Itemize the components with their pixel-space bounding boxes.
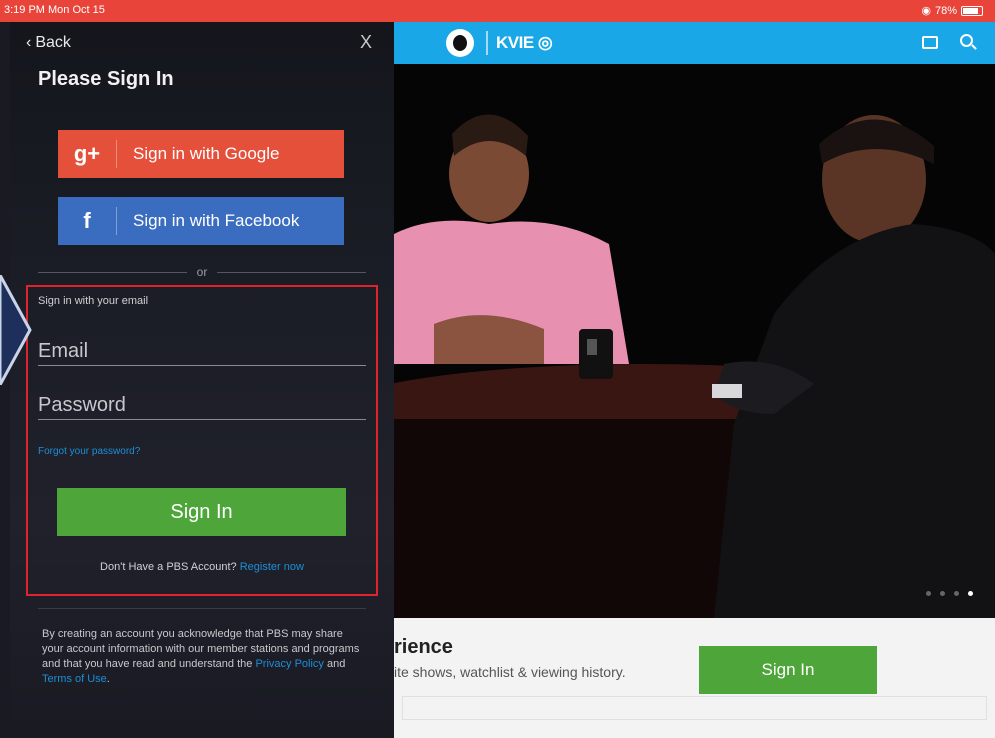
- wifi-icon: ◉: [921, 5, 931, 17]
- status-time: 3:19 PM Mon Oct 15: [4, 4, 105, 16]
- promo-subtitle: ite shows, watchlist & viewing history.: [394, 664, 626, 680]
- email-sign-in-label: Sign in with your email: [38, 295, 149, 307]
- facebook-icon: f: [83, 208, 91, 233]
- brand-separator: [486, 31, 488, 55]
- page-title: Please Sign In: [38, 68, 174, 90]
- pbs-logo-icon: [446, 29, 474, 57]
- status-bar: 3:19 PM Mon Oct 15 ◉ 78%: [0, 0, 995, 22]
- promo-strip: rience ite shows, watchlist & viewing hi…: [394, 618, 995, 738]
- terms-of-use-link[interactable]: Terms of Use: [42, 673, 107, 685]
- divider: [38, 608, 366, 609]
- email-field[interactable]: Email: [38, 336, 366, 366]
- promo-title: rience: [394, 636, 453, 658]
- password-field[interactable]: Password: [38, 390, 366, 420]
- chevron-left-icon: ‹: [26, 34, 32, 51]
- app-header: KVIE ◎: [394, 22, 995, 64]
- promo-divider: [402, 696, 987, 720]
- carousel-dot[interactable]: [926, 591, 931, 596]
- sign-in-button[interactable]: Sign In: [57, 488, 346, 536]
- facebook-sign-in-label: Sign in with Facebook: [133, 211, 300, 230]
- carousel-dot[interactable]: [940, 591, 945, 596]
- facebook-sign-in-button[interactable]: f Sign in with Facebook: [58, 197, 344, 245]
- close-button[interactable]: X: [360, 32, 372, 53]
- battery-icon: [961, 5, 983, 16]
- station-brand: KVIE ◎: [496, 33, 553, 52]
- email-placeholder: Email: [38, 340, 89, 362]
- carousel-dots: [926, 591, 973, 596]
- cast-icon[interactable]: [922, 36, 938, 49]
- back-label: Back: [35, 34, 71, 51]
- register-link[interactable]: Register now: [240, 561, 304, 573]
- register-prompt: Don't Have a PBS Account?: [100, 561, 237, 573]
- password-placeholder: Password: [38, 394, 126, 416]
- carousel-dot[interactable]: [954, 591, 959, 596]
- battery-percent: 78%: [934, 4, 957, 17]
- google-plus-icon: g+: [73, 141, 101, 166]
- status-right: ◉ 78%: [921, 4, 983, 17]
- highlight-box: [26, 285, 378, 596]
- privacy-policy-link[interactable]: Privacy Policy: [255, 658, 323, 670]
- search-icon[interactable]: [960, 34, 973, 47]
- google-sign-in-button[interactable]: g+ Sign in with Google: [58, 130, 344, 178]
- hero-image: [394, 64, 995, 618]
- promo-sign-in-button[interactable]: Sign In: [699, 646, 877, 694]
- legal-text: By creating an account you acknowledge t…: [42, 628, 360, 685]
- register-row: Don't Have a PBS Account? Register now: [10, 561, 394, 573]
- sign-in-panel: ‹ Back X Please Sign In g+ Sign in with …: [10, 22, 394, 738]
- or-divider: or: [38, 264, 367, 280]
- hero-carousel[interactable]: [394, 64, 995, 618]
- forgot-password-link[interactable]: Forgot your password?: [38, 446, 140, 457]
- or-label: or: [196, 265, 208, 279]
- google-sign-in-label: Sign in with Google: [133, 144, 280, 163]
- back-button[interactable]: ‹ Back: [26, 34, 71, 52]
- arrow-indicator-icon: [0, 275, 32, 385]
- carousel-dot-active[interactable]: [968, 591, 973, 596]
